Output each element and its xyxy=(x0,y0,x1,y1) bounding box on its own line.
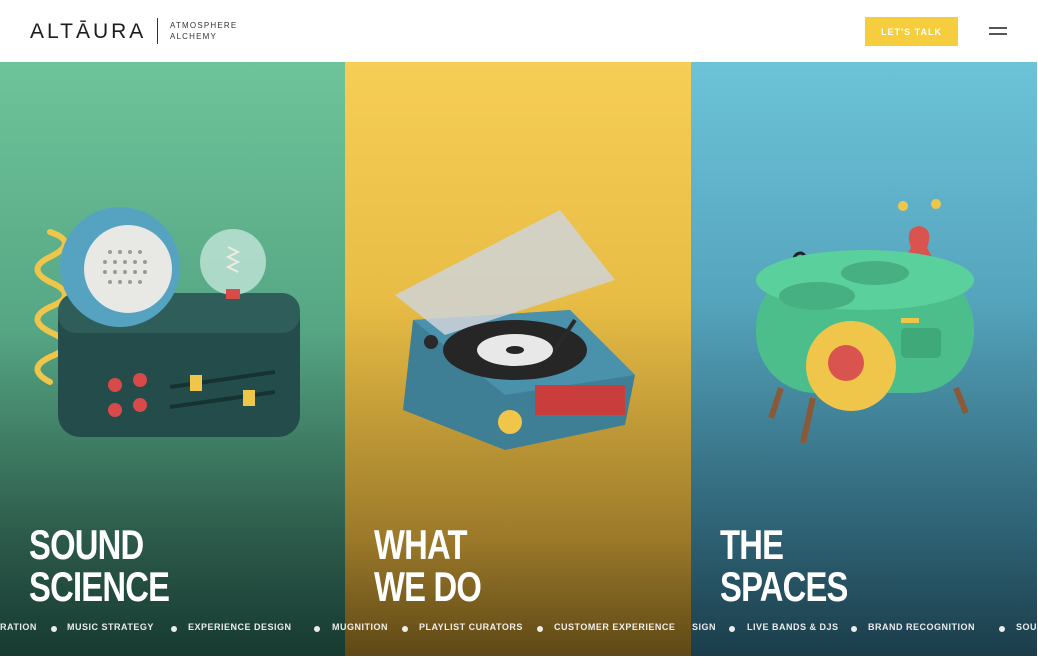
radio-icon xyxy=(34,207,300,437)
title-line: THE xyxy=(720,521,784,568)
brand-tagline: ATMOSPHERE ALCHEMY xyxy=(170,20,237,42)
top-navigation-bar: ALTĀURA ATMOSPHERE ALCHEMY LET'S TALK xyxy=(0,0,1038,62)
ticker-dot-icon xyxy=(729,626,735,632)
panel-title-the-spaces: THE SPACES xyxy=(720,524,848,608)
ticker-dot-icon xyxy=(402,626,408,632)
title-line: WE DO xyxy=(374,563,482,610)
hamburger-menu-icon[interactable] xyxy=(989,27,1007,36)
ticker-item: RATION xyxy=(0,622,37,632)
ticker-dot-icon xyxy=(999,626,1005,632)
ticker-dot-icon xyxy=(314,626,320,632)
services-ticker: RATION MUSIC STRATEGY EXPERIENCE DESIGN … xyxy=(0,622,1038,636)
title-line: WHAT xyxy=(374,521,467,568)
sideboard-icon xyxy=(756,199,974,444)
ticker-item: LIVE BANDS & DJS xyxy=(747,622,839,632)
ticker-dot-icon xyxy=(51,626,57,632)
ticker-dot-icon xyxy=(851,626,857,632)
ticker-item: SIGN xyxy=(692,622,717,632)
ticker-dot-icon xyxy=(171,626,177,632)
brand-logo[interactable]: ALTĀURA xyxy=(30,20,146,44)
panel-title-what-we-do: WHAT WE DO xyxy=(374,521,482,610)
ticker-item: EXPERIENCE DESIGN xyxy=(188,622,292,632)
logo-divider xyxy=(157,18,158,44)
ticker-item: SOU xyxy=(1016,622,1038,632)
ticker-item: MUGNITION xyxy=(332,622,388,632)
lets-talk-button[interactable]: LET'S TALK xyxy=(865,17,958,46)
title-line: SOUND xyxy=(29,521,144,568)
title-line: SCIENCE xyxy=(29,563,170,610)
panel-the-spaces[interactable]: THE SPACES xyxy=(691,62,1037,656)
ticker-item: MUSIC STRATEGY xyxy=(67,622,154,632)
panel-what-we-do[interactable]: WHAT WE DO xyxy=(345,62,691,656)
ticker-item: CUSTOMER EXPERIENCE xyxy=(554,622,676,632)
tagline-line-1: ATMOSPHERE xyxy=(170,21,238,30)
tagline-line-2: ALCHEMY xyxy=(170,32,218,41)
ticker-item: BRAND RECOGNITION xyxy=(868,622,975,632)
ticker-item: PLAYLIST CURATORS xyxy=(419,622,523,632)
ticker-dot-icon xyxy=(537,626,543,632)
panel-title-sound-science: SOUND SCIENCE xyxy=(29,521,170,610)
title-line: SPACES xyxy=(720,563,848,610)
panel-sound-science[interactable]: SOUND SCIENCE xyxy=(0,62,345,656)
record-player-icon xyxy=(395,210,635,450)
